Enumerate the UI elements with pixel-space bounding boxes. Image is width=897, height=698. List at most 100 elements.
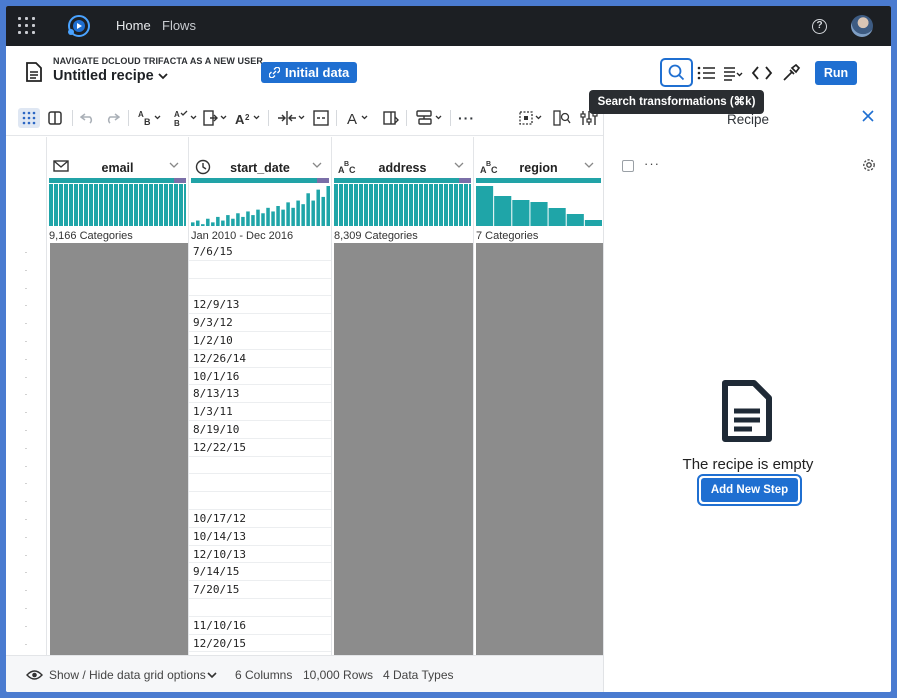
histogram-bar[interactable] [301, 204, 305, 226]
histogram-bar[interactable] [311, 200, 315, 226]
app-launcher-icon[interactable] [18, 17, 36, 35]
validate-type-icon[interactable]: AB [172, 108, 198, 128]
row-marker[interactable]: . [6, 491, 46, 509]
histogram-bar[interactable] [256, 209, 260, 226]
row-marker[interactable]: . [6, 402, 46, 420]
more-tools-icon[interactable]: ··· [458, 108, 475, 128]
add-new-step-button[interactable]: Add New Step [697, 474, 802, 506]
column-header[interactable]: start_date [189, 157, 331, 179]
histogram-bar[interactable] [216, 216, 220, 226]
column-format-icon[interactable] [382, 108, 400, 128]
formula-icon[interactable]: A2 [234, 108, 262, 128]
date-cell[interactable]: 7/20/15 [189, 581, 331, 599]
row-marker[interactable]: . [6, 562, 46, 580]
chevron-down-icon[interactable] [206, 671, 218, 679]
row-marker[interactable]: . [6, 313, 46, 331]
recipe-title[interactable]: Untitled recipe [53, 68, 168, 84]
date-cell[interactable]: 12/26/14 [189, 350, 331, 368]
row-marker[interactable]: . [6, 420, 46, 438]
more-options-icon[interactable]: ··· [644, 156, 660, 171]
row-marker[interactable]: . [6, 331, 46, 349]
histogram-bar[interactable] [261, 213, 265, 226]
date-cell[interactable]: 9/14/15 [189, 563, 331, 582]
chevron-down-icon[interactable] [583, 160, 595, 170]
run-button[interactable]: Run [815, 61, 857, 85]
date-cell[interactable]: 7/6/15 [189, 243, 331, 261]
row-marker[interactable]: . [6, 616, 46, 634]
histogram-bar[interactable] [316, 189, 320, 226]
row-marker[interactable]: . [6, 260, 46, 278]
date-cell[interactable]: 11/10/16 [189, 617, 331, 635]
histogram-bar[interactable] [276, 206, 280, 226]
help-icon[interactable]: ? [812, 19, 827, 34]
date-cell[interactable]: 10/1/16 [189, 368, 331, 386]
nav-home-link[interactable]: Home [116, 18, 151, 33]
row-marker[interactable]: . [6, 473, 46, 491]
histogram-bar[interactable] [251, 215, 255, 226]
date-histogram[interactable] [191, 184, 330, 226]
nav-flows-link[interactable]: Flows [162, 18, 196, 33]
split-column-icon[interactable] [276, 108, 306, 128]
chevron-down-icon[interactable] [311, 160, 323, 170]
histogram-bar[interactable] [241, 216, 245, 226]
change-type-icon[interactable]: AB [136, 108, 162, 128]
histogram-bar[interactable] [584, 220, 602, 226]
histogram-bar[interactable] [221, 220, 225, 226]
column-start-date[interactable]: start_date Jan 2010 - Dec 2016 7/6/15 12/… [188, 137, 331, 655]
histogram-bar[interactable] [286, 202, 290, 226]
column-email[interactable]: email 9,166 Categories [46, 137, 189, 655]
row-marker[interactable]: . [6, 598, 46, 616]
row-marker[interactable]: . [6, 634, 46, 652]
histogram-bar[interactable] [291, 207, 295, 226]
date-cell[interactable] [189, 457, 331, 475]
column-address[interactable]: ABC address 8,309 Categories [331, 137, 473, 655]
flow-name[interactable]: NAVIGATE DCLOUD TRIFACTA AS A NEW USER [53, 56, 263, 66]
select-all-checkbox[interactable] [622, 160, 634, 172]
chevron-down-icon[interactable] [453, 160, 465, 170]
date-cell[interactable]: 12/20/15 [189, 635, 331, 653]
selection-icon[interactable] [518, 108, 546, 128]
data-quality-bar[interactable] [49, 178, 186, 183]
undo-icon[interactable] [80, 108, 96, 128]
close-icon[interactable] [862, 110, 874, 122]
histogram-bar[interactable] [226, 215, 230, 226]
date-cell[interactable]: 12/10/13 [189, 546, 331, 564]
search-transformations-button[interactable] [660, 58, 693, 87]
column-region[interactable]: ABC region 7 Categories [473, 137, 603, 655]
restructure-icon[interactable] [202, 108, 228, 128]
date-cell[interactable]: 9/3/12 [189, 314, 331, 332]
histogram-bar[interactable] [266, 207, 270, 226]
histogram-bar[interactable] [326, 186, 330, 226]
eyedropper-icon[interactable] [780, 64, 802, 82]
list-icon[interactable] [696, 64, 718, 82]
initial-data-button[interactable]: Initial data [261, 62, 358, 83]
histogram-bar[interactable] [296, 200, 300, 226]
histogram-bar[interactable] [476, 186, 494, 226]
data-quality-bar[interactable] [191, 178, 329, 183]
columns-view-icon[interactable] [48, 108, 62, 128]
column-search-icon[interactable] [552, 108, 572, 128]
date-cell[interactable] [189, 492, 331, 510]
column-histogram[interactable] [49, 184, 186, 226]
histogram-bar[interactable] [306, 193, 310, 226]
date-cell[interactable]: 1/2/10 [189, 332, 331, 350]
histogram-bar[interactable] [196, 220, 200, 226]
date-cell[interactable] [189, 599, 331, 617]
column-list-chevron-icon[interactable] [722, 64, 744, 82]
row-marker[interactable]: . [6, 384, 46, 402]
histogram-bar[interactable] [548, 208, 566, 226]
histogram-bar[interactable] [236, 213, 240, 226]
avatar[interactable] [851, 15, 873, 37]
row-marker[interactable]: . [6, 438, 46, 456]
date-cell[interactable] [189, 261, 331, 279]
column-header[interactable]: ABC address [332, 157, 473, 179]
date-cell[interactable]: 1/3/11 [189, 403, 331, 421]
histogram-bar[interactable] [494, 196, 512, 226]
merge-columns-icon[interactable] [312, 108, 330, 128]
gear-icon[interactable] [862, 158, 876, 172]
code-icon[interactable] [751, 64, 773, 82]
date-cell[interactable]: 10/17/12 [189, 510, 331, 528]
histogram-bar[interactable] [271, 211, 275, 226]
row-marker[interactable]: . [6, 545, 46, 563]
grid-options-toggle[interactable]: Show / Hide data grid options [49, 668, 206, 682]
